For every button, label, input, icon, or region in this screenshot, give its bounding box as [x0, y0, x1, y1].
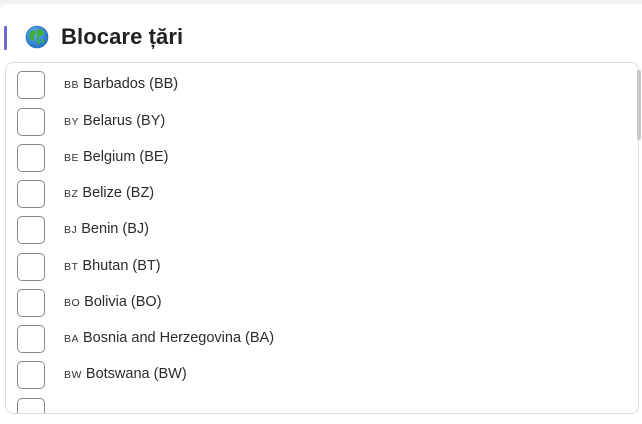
page-title: Blocare țări — [61, 24, 184, 49]
country-label: BT Bhutan (BT) — [64, 258, 161, 274]
country-checkbox[interactable] — [17, 107, 45, 136]
country-label: BJ Benin (BJ) — [64, 221, 149, 237]
country-label: BO Bolivia (BO) — [64, 294, 162, 310]
country-code: BO — [64, 296, 81, 309]
country-code: BA — [64, 333, 80, 345]
country-row[interactable]: BA Bosnia and Herzegovina (BA) — [6, 321, 638, 357]
country-code: BE — [64, 151, 80, 164]
country-row[interactable]: BY Belarus (BY) — [6, 104, 638, 140]
country-checkbox[interactable] — [17, 252, 45, 281]
country-name: Bhutan (BT) — [82, 257, 161, 274]
country-code: BZ — [64, 188, 79, 200]
country-name: Belgium (BE) — [83, 148, 169, 165]
globe-icon — [25, 25, 49, 49]
country-row[interactable]: BW Botswana (BW) — [6, 357, 638, 393]
country-code: BW — [64, 369, 82, 382]
country-row[interactable]: BJ Benin (BJ) — [6, 212, 638, 248]
country-label: BZ Belize (BZ) — [64, 185, 154, 201]
country-row[interactable]: BE Belgium (BE) — [6, 140, 638, 176]
country-label: BB Barbados (BB) — [64, 76, 178, 92]
country-name: Bolivia (BO) — [84, 293, 162, 310]
country-checkbox[interactable] — [17, 216, 45, 245]
country-row[interactable]: BO Bolivia (BO) — [6, 285, 638, 321]
country-name: Botswana (BW) — [85, 366, 187, 383]
country-name: Belize (BZ) — [82, 185, 155, 201]
section-header: Blocare țări — [0, 4, 642, 66]
country-name: Bosnia and Herzegovina (BA) — [83, 330, 275, 346]
country-label — [64, 403, 68, 414]
country-checkbox[interactable] — [17, 397, 45, 413]
country-label: BA Bosnia and Herzegovina (BA) — [64, 330, 274, 346]
country-code: BJ — [64, 224, 78, 237]
country-list[interactable]: BDBangladesh (BD)BBBarbados (BB)BYBelaru… — [5, 62, 639, 414]
country-label: BY Belarus (BY) — [64, 113, 165, 129]
block-countries-card: Blocare țări BDBangladesh (BD)BBBarbados… — [0, 4, 642, 424]
country-list-inner: BDBangladesh (BD)BBBarbados (BB)BYBelaru… — [6, 62, 638, 414]
country-checkbox[interactable] — [17, 325, 45, 353]
country-row[interactable] — [6, 394, 638, 414]
country-checkbox[interactable] — [17, 62, 45, 63]
country-label: BE Belgium (BE) — [64, 149, 168, 165]
country-name: Belarus (BY) — [83, 112, 166, 129]
country-checkbox[interactable] — [17, 143, 45, 172]
country-row[interactable]: BT Bhutan (BT) — [6, 249, 638, 285]
country-label: BW Botswana (BW) — [64, 366, 187, 382]
country-checkbox[interactable] — [17, 288, 45, 317]
country-row[interactable]: BB Barbados (BB) — [6, 67, 638, 103]
country-checkbox[interactable] — [17, 361, 45, 390]
country-name: Benin (BJ) — [81, 221, 149, 238]
country-name: Barbados (BB) — [83, 76, 179, 93]
country-code: BT — [64, 260, 79, 273]
country-checkbox[interactable] — [17, 71, 45, 100]
country-row[interactable]: BZ Belize (BZ) — [6, 176, 638, 212]
country-code: BB — [64, 79, 80, 92]
country-code: BY — [64, 115, 80, 128]
accent-bar — [4, 26, 7, 50]
country-checkbox[interactable] — [17, 180, 45, 208]
page-scrollbar-thumb[interactable] — [637, 70, 641, 140]
